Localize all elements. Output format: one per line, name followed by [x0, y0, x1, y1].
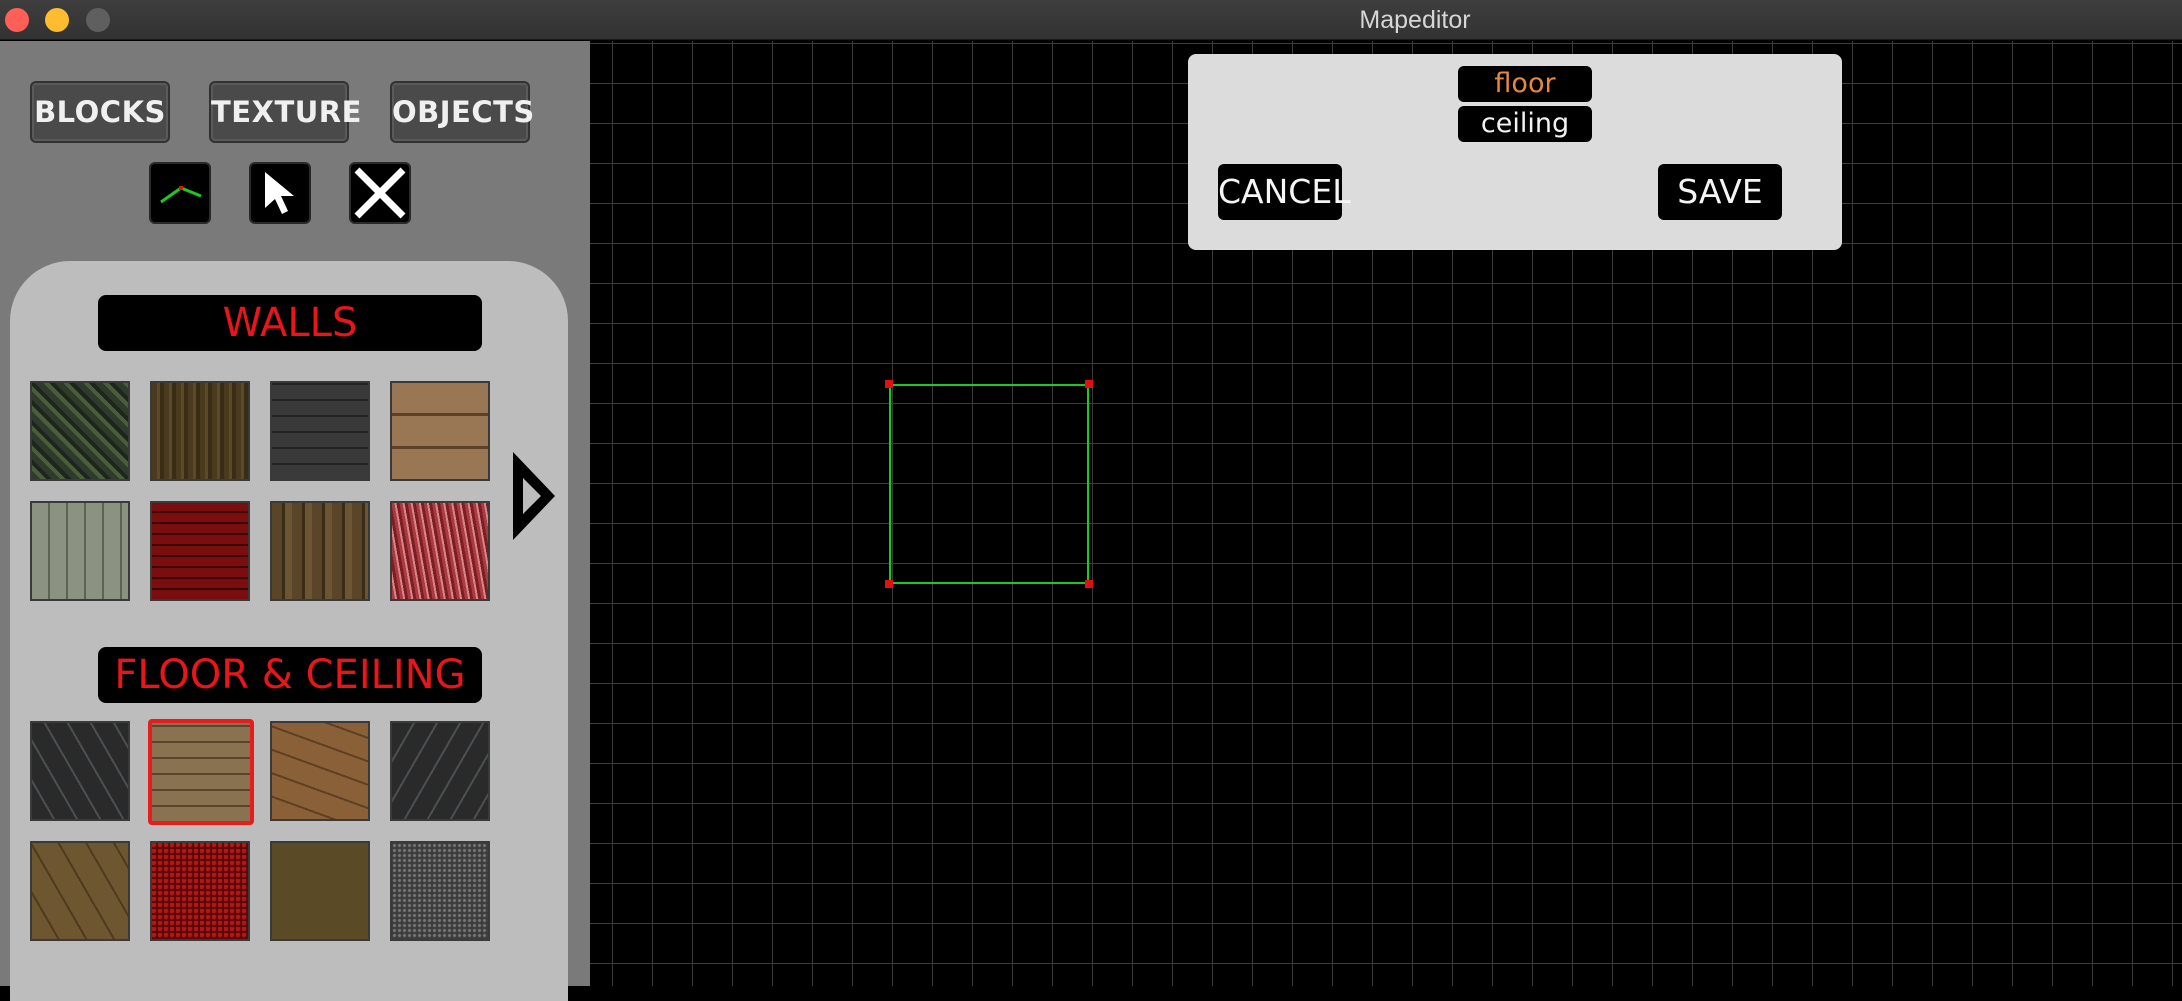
- title-bar: Mapeditor: [0, 0, 2182, 40]
- texture-palette: WALLS FLOOR & CEILING: [10, 261, 568, 1001]
- wall-texture-brown-wood-panel[interactable]: [150, 381, 250, 481]
- floor-option[interactable]: floor: [1458, 66, 1592, 102]
- sector-vertex[interactable]: [1085, 580, 1093, 588]
- floor-texture-dark-hex-tile[interactable]: [30, 721, 130, 821]
- sector-outline[interactable]: [889, 384, 1089, 584]
- draw-line-tool-button[interactable]: [149, 162, 211, 224]
- delete-tool-button[interactable]: [349, 162, 411, 224]
- window-title: Mapeditor: [1359, 6, 1471, 34]
- wall-texture-red-brick[interactable]: [150, 501, 250, 601]
- next-page-arrow-icon[interactable]: [505, 448, 559, 548]
- tab-texture[interactable]: TEXTURE: [209, 81, 361, 143]
- floor-texture-grey-gravel[interactable]: [390, 841, 490, 941]
- wall-texture-tan-stone-blocks[interactable]: [390, 381, 490, 481]
- walls-header: WALLS: [98, 295, 482, 351]
- wall-texture-grey-brick[interactable]: [270, 381, 370, 481]
- floor-texture-brown-dirt[interactable]: [270, 841, 370, 941]
- floor-texture-tan-brick-floor-selected[interactable]: [148, 719, 254, 825]
- wall-texture-brown-wood-planks[interactable]: [270, 501, 370, 601]
- sidebar: BLOCKS TEXTURE OBJECTS WALLS FLOOR & CEI…: [0, 41, 590, 1001]
- floor-ceiling-header: FLOOR & CEILING: [98, 647, 482, 703]
- draw-line-icon: [160, 186, 202, 204]
- wall-texture-metal-panel[interactable]: [30, 501, 130, 601]
- floor-ceiling-dialog: floor ceiling CANCEL SAVE: [1188, 54, 1842, 250]
- save-button[interactable]: SAVE: [1658, 164, 1782, 220]
- floor-texture-red-speckle[interactable]: [150, 841, 250, 941]
- sector-vertex[interactable]: [885, 380, 893, 388]
- select-tool-button[interactable]: [249, 162, 311, 224]
- sector-vertex[interactable]: [1085, 380, 1093, 388]
- delete-x-icon: [354, 167, 406, 219]
- floor-texture-brown-hex-tile[interactable]: [30, 841, 130, 941]
- sector-vertex[interactable]: [885, 580, 893, 588]
- wall-texture-red-flesh[interactable]: [390, 501, 490, 601]
- tab-objects[interactable]: OBJECTS: [390, 81, 534, 143]
- tab-blocks[interactable]: BLOCKS: [30, 81, 170, 143]
- floor-texture-dark-hex-tile-2[interactable]: [390, 721, 490, 821]
- floor-texture-cracked-sandstone[interactable]: [270, 721, 370, 821]
- ceiling-option[interactable]: ceiling: [1458, 106, 1592, 142]
- cancel-button[interactable]: CANCEL: [1218, 164, 1351, 220]
- wall-texture-mossy-stone[interactable]: [30, 381, 130, 481]
- pointer-icon: [265, 172, 294, 214]
